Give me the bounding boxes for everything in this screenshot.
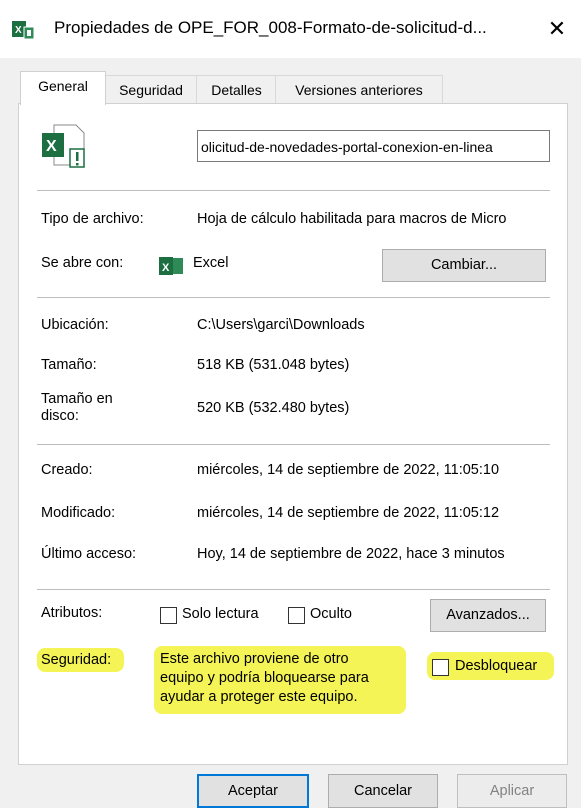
divider bbox=[37, 190, 550, 191]
size-on-disk-label-line1: Tamaño en bbox=[41, 391, 113, 407]
last-access-value: Hoy, 14 de septiembre de 2022, hace 3 mi… bbox=[197, 546, 505, 562]
hidden-checkbox[interactable] bbox=[288, 607, 305, 624]
size-label: Tamaño: bbox=[41, 357, 97, 373]
tab-versiones-anteriores[interactable]: Versiones anteriores bbox=[275, 75, 443, 104]
opens-with-label: Se abre con: bbox=[41, 255, 124, 271]
size-on-disk-value: 520 KB (532.480 bytes) bbox=[197, 400, 350, 416]
file-type-label: Tipo de archivo: bbox=[41, 211, 144, 227]
unblock-label: Desbloquear bbox=[455, 658, 538, 674]
tab-general[interactable]: General bbox=[20, 71, 106, 105]
last-access-label: Último acceso: bbox=[41, 546, 137, 562]
created-label: Creado: bbox=[41, 462, 93, 478]
unblock-checkbox[interactable] bbox=[432, 659, 449, 676]
security-message-line2: equipo y podría bloquearse para bbox=[160, 670, 369, 686]
tab-seguridad[interactable]: Seguridad bbox=[104, 75, 198, 104]
excel-icon: X bbox=[157, 256, 185, 276]
divider bbox=[37, 297, 550, 298]
excel-title-icon: X bbox=[12, 19, 36, 41]
divider bbox=[37, 589, 550, 590]
advanced-button[interactable]: Avanzados... bbox=[430, 599, 546, 632]
size-on-disk-label: Tamaño en disco: bbox=[41, 391, 113, 425]
size-value: 518 KB (531.048 bytes) bbox=[197, 357, 350, 373]
apply-button[interactable]: Aplicar bbox=[457, 774, 567, 808]
cancel-button[interactable]: Cancelar bbox=[328, 774, 438, 808]
excel-file-icon: X bbox=[40, 123, 86, 169]
svg-text:X: X bbox=[162, 262, 170, 274]
divider bbox=[37, 444, 550, 445]
file-type-value: Hoja de cálculo habilitada para macros d… bbox=[197, 211, 507, 227]
created-value: miércoles, 14 de septiembre de 2022, 11:… bbox=[197, 462, 500, 478]
size-on-disk-label-line2: disco: bbox=[41, 408, 79, 424]
hidden-label: Oculto bbox=[310, 606, 352, 622]
security-message-line3: ayudar a proteger este equipo. bbox=[160, 689, 358, 705]
modified-label: Modificado: bbox=[41, 505, 116, 521]
close-button[interactable]: ✕ bbox=[540, 12, 574, 46]
security-message-line1: Este archivo proviene de otro bbox=[160, 651, 349, 667]
readonly-label: Solo lectura bbox=[182, 606, 259, 622]
opens-with-app: Excel bbox=[193, 255, 229, 271]
change-button[interactable]: Cambiar... bbox=[382, 249, 546, 282]
attributes-label: Atributos: bbox=[41, 605, 103, 621]
security-message: Este archivo proviene de otro equipo y p… bbox=[160, 650, 369, 707]
ok-button[interactable]: Aceptar bbox=[197, 774, 309, 808]
modified-value: miércoles, 14 de septiembre de 2022, 11:… bbox=[197, 505, 500, 521]
window-title: Propiedades de OPE_FOR_008-Formato-de-so… bbox=[54, 18, 487, 37]
security-label: Seguridad: bbox=[41, 652, 112, 668]
file-name-field[interactable]: olicitud-de-novedades-portal-conexion-en… bbox=[197, 130, 550, 162]
svg-text:X: X bbox=[46, 138, 57, 155]
tab-detalles[interactable]: Detalles bbox=[196, 75, 277, 104]
location-value: C:\Users\garci\Downloads bbox=[197, 317, 365, 333]
readonly-checkbox[interactable] bbox=[160, 607, 177, 624]
location-label: Ubicación: bbox=[41, 317, 109, 333]
svg-text:X: X bbox=[15, 25, 22, 36]
